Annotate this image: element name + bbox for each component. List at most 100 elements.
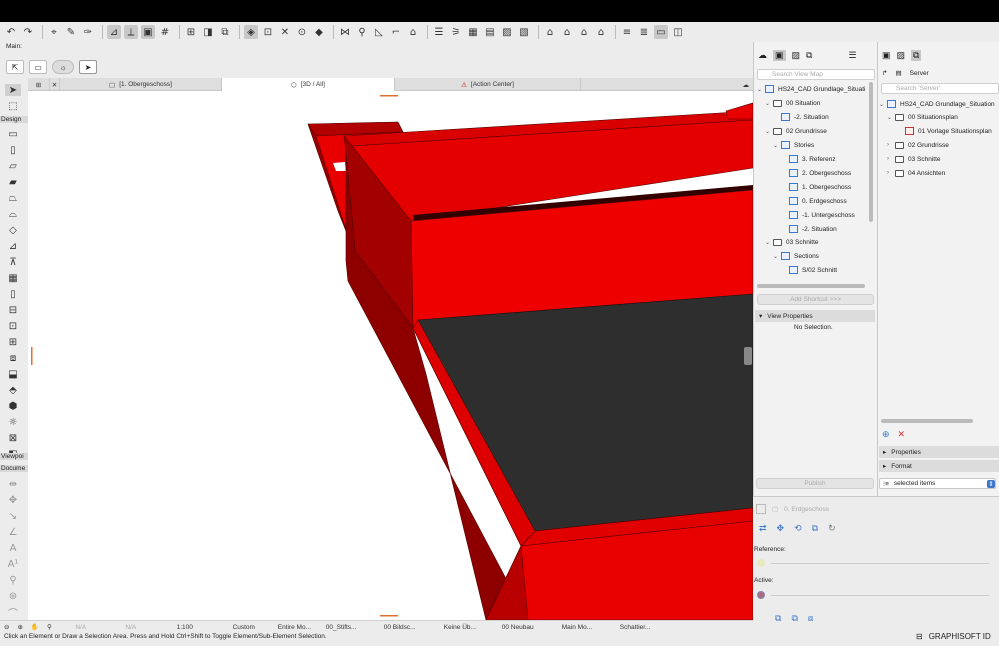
fill-icon[interactable]: ▨	[500, 25, 514, 39]
select-mode-icon[interactable]: ⇱	[6, 60, 24, 74]
status-na-1[interactable]: N/A	[56, 621, 106, 634]
status-na-2[interactable]: N/A	[106, 621, 156, 634]
undo-icon[interactable]: ↶	[4, 25, 18, 39]
mesh-tool-icon[interactable]: ⬘	[5, 384, 21, 396]
publish-button[interactable]: Publish	[756, 478, 874, 489]
view-map-icon[interactable]: ▣	[773, 50, 786, 61]
stair-tool-icon[interactable]: ⊿	[5, 240, 21, 252]
window-tool-icon[interactable]: ⊟	[5, 304, 21, 316]
column-tool-icon[interactable]: ▯	[5, 144, 21, 156]
tab-grid-icon[interactable]: ⊞	[28, 78, 50, 91]
gravity-icon[interactable]: ▣	[141, 25, 155, 39]
model-view-menu[interactable]: Entire Mo...	[274, 621, 322, 634]
compare-icon[interactable]: ⧉	[812, 523, 818, 534]
active-color-icon[interactable]	[757, 591, 765, 599]
dimension-icon[interactable]: ⋈	[338, 25, 352, 39]
layer-combo-menu[interactable]: Custom	[214, 621, 274, 634]
reset-icon[interactable]: ↻	[828, 523, 836, 534]
tree-item[interactable]: -1. Untergeschoss	[789, 209, 855, 221]
tree-item[interactable]: ⌄ Stories	[773, 139, 814, 151]
renovation-menu[interactable]: 00 Neubau	[498, 621, 558, 634]
morph-tool-icon[interactable]: ⬢	[5, 400, 21, 412]
reference-slider[interactable]	[771, 563, 989, 564]
split-icon[interactable]: ⌐	[389, 25, 403, 39]
tree-item[interactable]: -2. Situation	[781, 111, 829, 123]
zone-icon[interactable]: ▧	[517, 25, 531, 39]
house-icon[interactable]: ⌂	[543, 25, 557, 39]
slab-tool-icon[interactable]: ▰	[5, 176, 21, 188]
tab-3d[interactable]: ⬡ [3D / All]	[222, 78, 395, 91]
grid-snap-icon[interactable]: #	[158, 25, 172, 39]
tree-scrollbar[interactable]	[869, 82, 873, 222]
override-menu[interactable]: Keine Üb...	[440, 621, 498, 634]
pan-icon[interactable]: ✋	[27, 621, 43, 634]
rectangle-select-icon[interactable]: ▭	[29, 60, 47, 74]
lamp-tool-icon[interactable]: ☼	[5, 416, 21, 428]
tree-item[interactable]: › 03 Schnitte	[887, 153, 941, 165]
inject-icon[interactable]: ✑	[81, 25, 95, 39]
copy-icon[interactable]: ⧉	[791, 613, 797, 624]
tree-item[interactable]: ⌄ 03 Schnitte	[765, 236, 819, 248]
publisher-icon[interactable]: ⧉	[806, 50, 812, 61]
polyline-tool-icon[interactable]: ⌒	[5, 606, 21, 620]
rotate-icon[interactable]: ⟲	[794, 523, 802, 534]
roof-icon[interactable]: ⌂	[406, 25, 420, 39]
view-map-search[interactable]: Search View Map	[757, 69, 875, 80]
roof-tool-icon[interactable]: ⏢	[5, 192, 21, 204]
corner-window-tool-icon[interactable]: ⊡	[5, 320, 21, 332]
sun-icon[interactable]: ☼	[52, 60, 74, 74]
chevron-right-icon[interactable]: ›	[887, 156, 895, 162]
shell-tool-icon[interactable]: ⌓	[5, 208, 21, 220]
tree-item[interactable]: › 02 Grundrisse	[887, 139, 949, 151]
layout-book-icon[interactable]: ▨	[897, 50, 906, 61]
scale-menu[interactable]: 1:100	[156, 621, 214, 634]
chevron-down-icon[interactable]: ⌄	[887, 114, 895, 121]
publish-scope-select[interactable]: ⁝≡ selected items ⇕	[879, 478, 996, 489]
panel-layout-icon[interactable]: ▭	[654, 25, 668, 39]
align-icon[interactable]: ≡	[620, 25, 634, 39]
publisher-search[interactable]: Search 'Server'	[881, 83, 999, 94]
back-arrow-icon[interactable]: ↱	[882, 69, 887, 77]
arrow-select-icon[interactable]: ➤	[79, 60, 97, 74]
zoom-icon[interactable]: ⚲	[355, 25, 369, 39]
curtain-wall-tool-icon[interactable]: ▦	[5, 272, 21, 284]
active-slider[interactable]	[771, 595, 989, 596]
chevron-down-icon[interactable]: ⌄	[765, 128, 773, 135]
label-tool-icon[interactable]: A¹	[5, 558, 21, 570]
display-menu[interactable]: 00 Bildsc...	[380, 621, 440, 634]
tree-item[interactable]: S/02 Schnitt	[789, 264, 837, 276]
publisher-hscrollbar[interactable]	[881, 419, 973, 423]
window-icon[interactable]: ⊟	[916, 632, 923, 641]
radial-dimension-tool-icon[interactable]: ↘	[5, 510, 21, 522]
zoom-out-icon[interactable]: ⊖	[0, 621, 13, 634]
chevron-right-icon[interactable]: ›	[887, 170, 895, 176]
zoom-fit-icon[interactable]: ⚲	[43, 621, 56, 634]
tree-root[interactable]: ⌄ HS24_CAD Grundlage_Situati	[757, 83, 865, 95]
house-elevation-icon[interactable]: ⌂	[577, 25, 591, 39]
zone-tool-icon[interactable]: ⬓	[5, 368, 21, 380]
reference-color-icon[interactable]	[757, 559, 765, 567]
3d-viewport[interactable]	[28, 91, 753, 620]
3d-view-icon[interactable]: ◈	[244, 25, 258, 39]
chevron-down-icon[interactable]: ⌄	[773, 253, 781, 260]
railing-icon[interactable]: ⚞	[449, 25, 463, 39]
distribute-icon[interactable]: ≣	[637, 25, 651, 39]
paste-icon[interactable]: ⧈	[808, 613, 814, 624]
marquee-tool-icon[interactable]: ⬚	[5, 100, 21, 112]
properties-header[interactable]: ▸ Properties	[879, 446, 999, 458]
compare-icon[interactable]: ⧉	[775, 613, 781, 624]
cloud-view-icon[interactable]: ☁	[758, 50, 767, 61]
tab-close-icon[interactable]: ✕	[50, 78, 60, 91]
door-tool-icon[interactable]: ▯	[5, 288, 21, 300]
move-icon[interactable]: ✥	[777, 523, 785, 534]
tree-item[interactable]: -2. Situation	[789, 223, 837, 235]
snap-guides-icon[interactable]: ⊿	[107, 25, 121, 39]
splitter-handle[interactable]	[744, 347, 752, 365]
suspend-groups-icon[interactable]: ⊞	[184, 25, 198, 39]
house-section-icon[interactable]: ⌂	[560, 25, 574, 39]
chevron-down-icon[interactable]: ⌄	[765, 100, 773, 107]
tree-item[interactable]: ⌄ Sections	[773, 250, 819, 262]
trace-toggle-icon[interactable]	[756, 504, 766, 514]
pen-set-menu[interactable]: 00_Stifts...	[322, 621, 380, 634]
object-icon[interactable]: ▤	[483, 25, 497, 39]
